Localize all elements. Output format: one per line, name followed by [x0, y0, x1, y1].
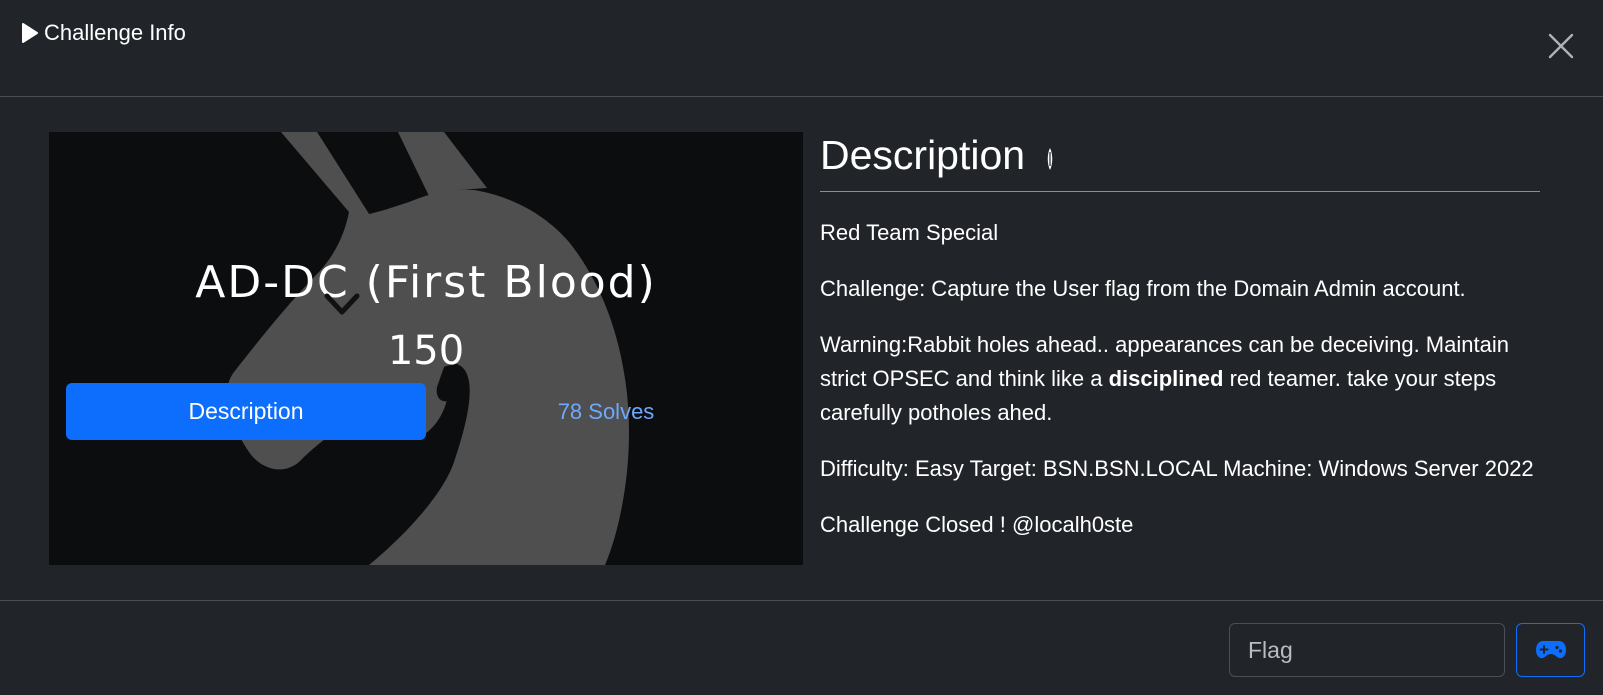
play-icon — [22, 23, 38, 43]
chevron-down-icon — [324, 293, 360, 315]
challenge-points: 150 — [387, 328, 465, 374]
description-button[interactable]: Description — [66, 383, 426, 440]
description-line: Difficulty: Easy Target: BSN.BSN.LOCAL M… — [820, 456, 1534, 481]
close-icon[interactable] — [1547, 32, 1575, 60]
submit-flag-button[interactable] — [1516, 623, 1585, 677]
description-line: Challenge: Capture the User flag from th… — [820, 276, 1466, 301]
challenge-card: AD-DC (First Blood) 150 Description 78 S… — [49, 132, 803, 565]
description-heading: Description — [820, 132, 1540, 192]
description-line: Challenge Closed ! @localh0ste — [820, 512, 1134, 537]
pen-icon — [1047, 147, 1053, 170]
gamepad-icon — [1535, 641, 1566, 659]
modal-header: Challenge Info — [0, 0, 1603, 97]
solves-link[interactable]: 78 Solves — [426, 383, 786, 440]
modal-title-text: Challenge Info — [44, 20, 186, 45]
description-line: Red Team Special — [820, 220, 999, 245]
flag-input[interactable] — [1229, 623, 1505, 677]
modal-title: Challenge Info — [20, 20, 186, 46]
description-heading-text: Description — [820, 132, 1026, 178]
description-line: Warning:Rabbit holes ahead.. appearances… — [820, 328, 1540, 430]
description-panel: Description Red Team Special Challenge: … — [820, 132, 1540, 542]
description-body: Red Team Special Challenge: Capture the … — [820, 216, 1540, 542]
challenge-name: AD-DC (First Blood) — [195, 257, 657, 308]
challenge-modal: Challenge Info AD-DC (First Blood) 150 D… — [0, 0, 1603, 695]
modal-footer — [0, 600, 1603, 695]
warning-text-bold: disciplined — [1108, 366, 1224, 391]
